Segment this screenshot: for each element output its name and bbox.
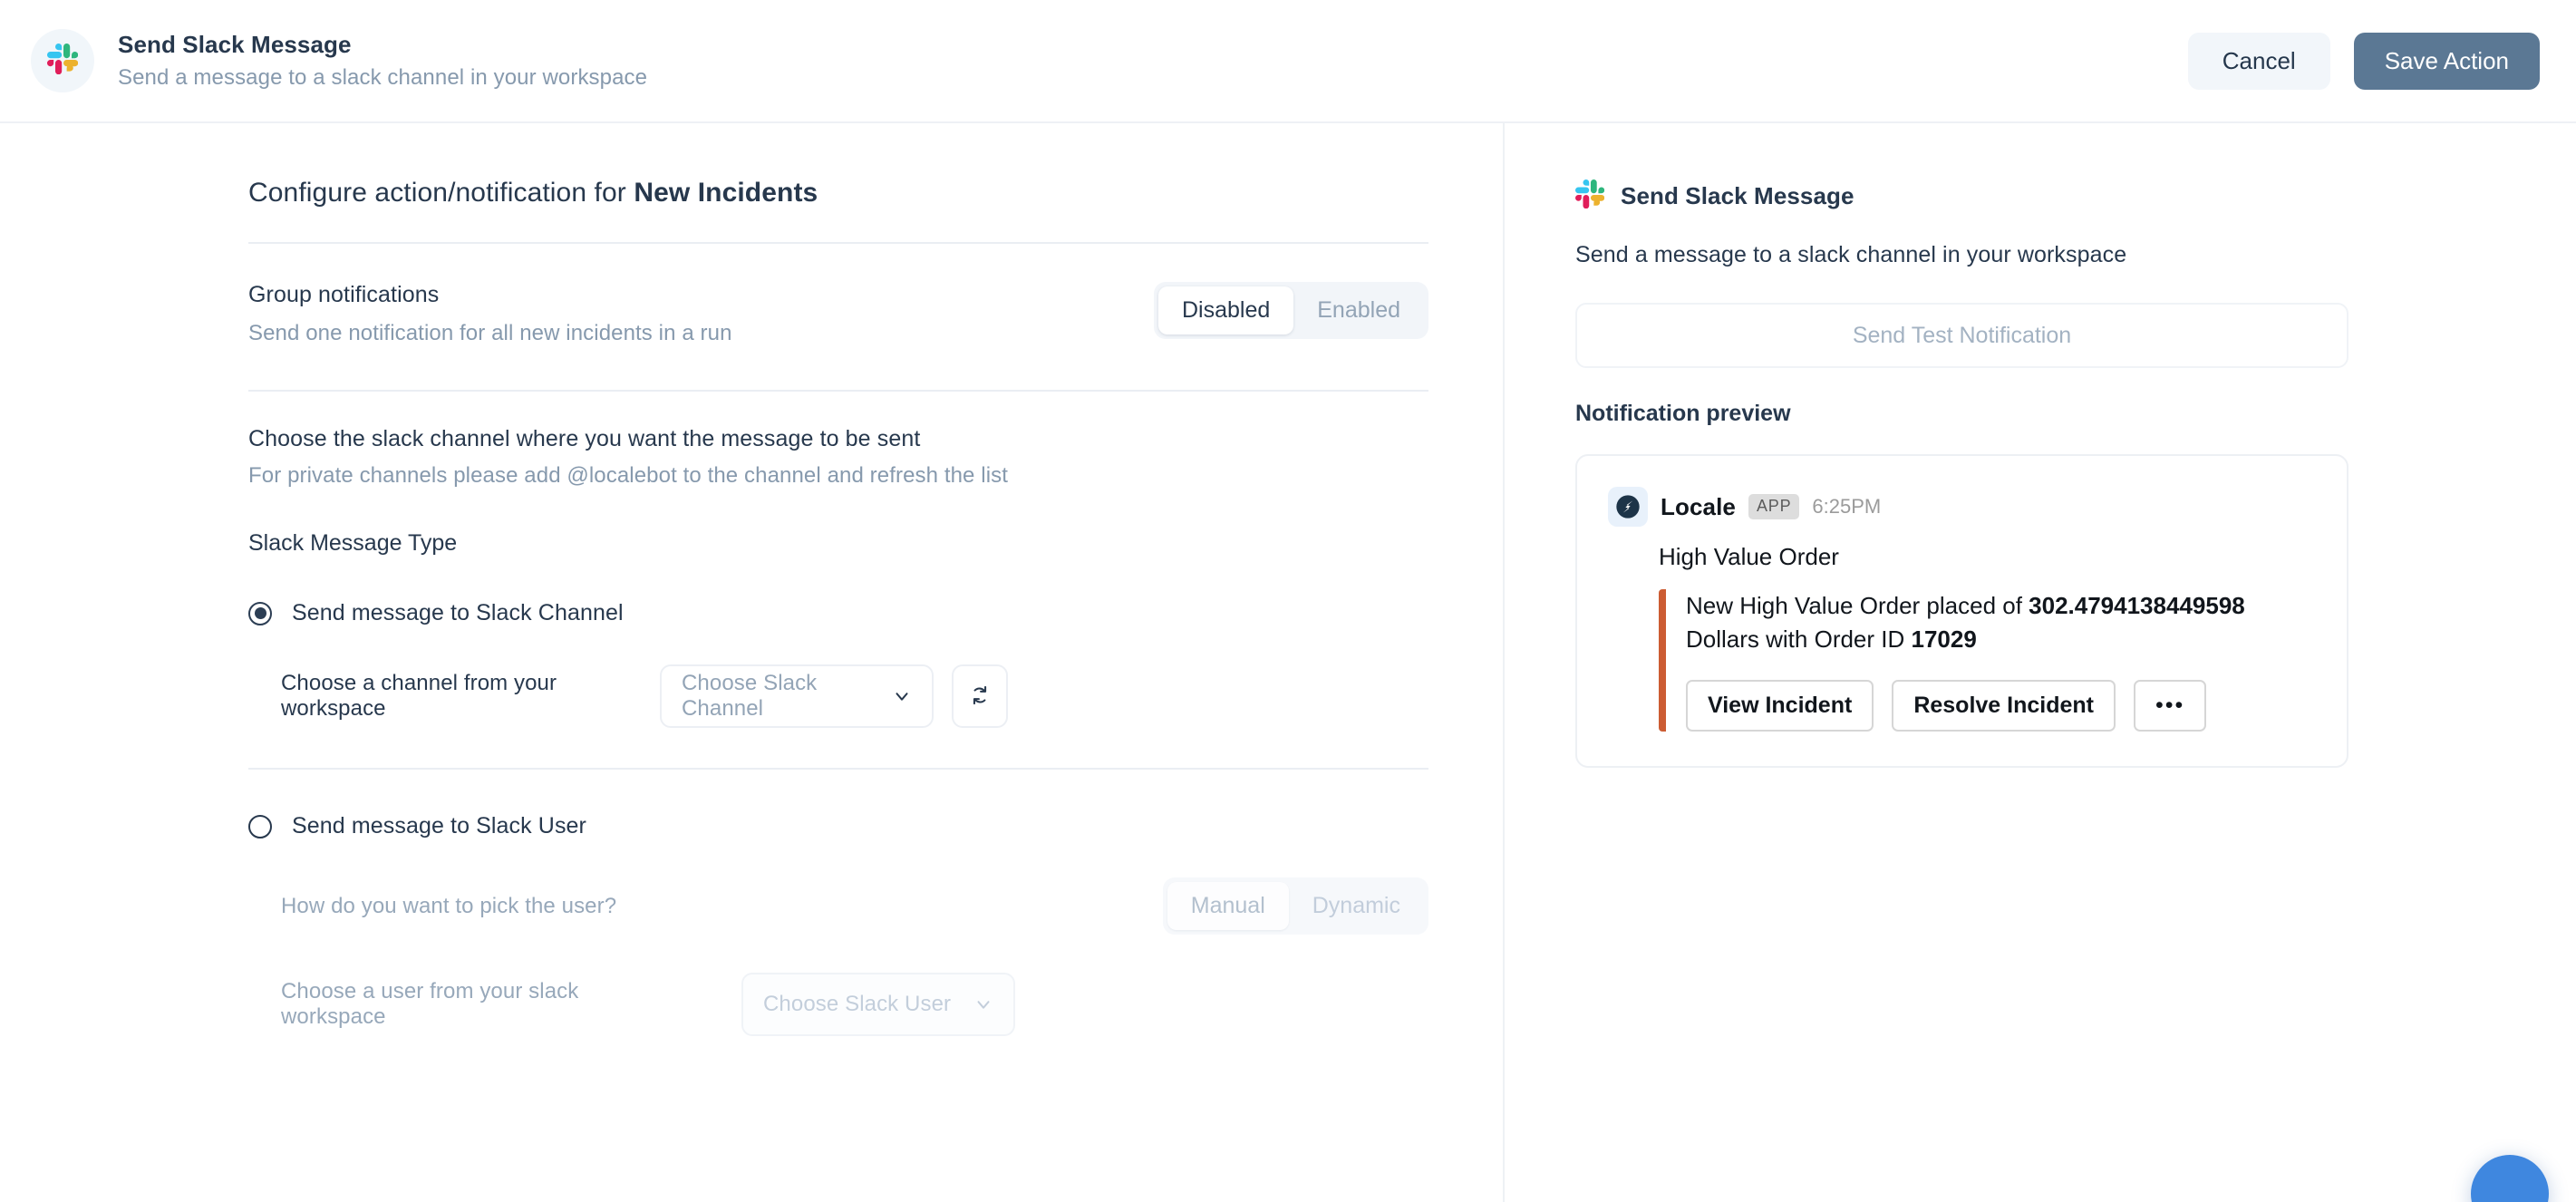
slack-app-badge <box>31 29 94 92</box>
preview-text-part-1: New High Value Order placed of <box>1686 592 2029 619</box>
preview-text-part-2: Dollars with Order ID <box>1686 625 1912 653</box>
user-pick-mode-toggle[interactable]: Manual Dynamic <box>1162 877 1428 935</box>
configure-heading-prefix: Configure action/notification for <box>248 178 634 208</box>
more-options-button[interactable]: ••• <box>2133 679 2207 732</box>
preview-order-id: 17029 <box>1911 625 1977 653</box>
cancel-button[interactable]: Cancel <box>2187 32 2330 90</box>
view-incident-button[interactable]: View Incident <box>1686 679 1874 732</box>
user-pick-mode-label: How do you want to pick the user? <box>281 893 617 918</box>
top-bar: Send Slack Message Send a message to a s… <box>0 0 2576 123</box>
preview-panel-subtitle: Send a message to a slack channel in you… <box>1575 242 2127 267</box>
locale-logo-icon <box>1608 487 1648 527</box>
send-test-notification-button[interactable]: Send Test Notification <box>1575 303 2348 368</box>
notification-preview-label: Notification preview <box>1575 401 1791 426</box>
slack-message-type-label: Slack Message Type <box>248 530 458 556</box>
radio-icon-unselected[interactable] <box>248 814 272 838</box>
preview-panel-header: Send Slack Message <box>1574 179 2411 213</box>
preview-panel-title: Send Slack Message <box>1621 182 1855 209</box>
top-bar-titles: Send Slack Message Send a message to a s… <box>118 31 647 91</box>
page-title: Send Slack Message <box>118 31 352 58</box>
radio-send-to-user-label: Send message to Slack User <box>292 813 586 838</box>
channel-select-label: Choose a channel from your workspace <box>281 671 557 721</box>
top-bar-actions: Cancel Save Action <box>2187 32 2540 90</box>
channel-select-row: Choose a channel from your workspace Cho… <box>248 664 1428 728</box>
preview-message-body: New High Value Order placed of 302.47941… <box>1659 589 2316 732</box>
radio-send-to-channel-label: Send message to Slack Channel <box>292 600 624 625</box>
group-notifications-row: Group notifications Send one notificatio… <box>248 244 1428 390</box>
slack-channel-select-value: Choose Slack Channel <box>682 671 818 721</box>
preview-action-buttons: View Incident Resolve Incident ••• <box>1686 679 2316 732</box>
pick-mode-manual[interactable]: Manual <box>1167 882 1289 930</box>
preview-app-tag: APP <box>1748 494 1800 519</box>
user-select-label: Choose a user from your slack workspace <box>281 979 579 1029</box>
slack-channel-select[interactable]: Choose Slack Channel <box>660 664 934 728</box>
slack-user-select-value: Choose Slack User <box>763 992 952 1016</box>
resolve-incident-button[interactable]: Resolve Incident <box>1892 679 2116 732</box>
group-notifications-subtitle: Send one notification for all new incide… <box>248 321 732 345</box>
radio-send-to-user[interactable]: Send message to Slack User <box>248 813 1428 839</box>
configure-heading-target: New Incidents <box>634 178 818 208</box>
preview-timestamp: 6:25PM <box>1812 495 1882 518</box>
radio-send-to-channel[interactable]: Send message to Slack Channel <box>248 600 1428 626</box>
refresh-icon <box>968 683 992 710</box>
save-action-button[interactable]: Save Action <box>2353 32 2540 90</box>
channel-instructions-title: Choose the slack channel where you want … <box>248 426 921 451</box>
page-subtitle: Send a message to a slack channel in you… <box>118 65 648 90</box>
user-select-row: Choose a user from your slack workspace … <box>248 973 1428 1036</box>
preview-panel: Send Slack Message Send a message to a s… <box>1505 123 2576 1202</box>
preview-message-header: Locale APP 6:25PM <box>1608 487 2316 527</box>
configure-heading: Configure action/notification for New In… <box>248 178 1428 242</box>
body: Configure action/notification for New In… <box>0 123 2576 1202</box>
pick-mode-dynamic[interactable]: Dynamic <box>1289 882 1424 930</box>
chevron-down-icon <box>892 686 912 706</box>
configuration-panel: Configure action/notification for New In… <box>0 123 1505 1202</box>
notification-preview-card: Locale APP 6:25PM High Value Order New H… <box>1575 454 2348 768</box>
slack-user-select[interactable]: Choose Slack User <box>741 973 1015 1036</box>
preview-message-text: New High Value Order placed of 302.47941… <box>1686 589 2311 656</box>
radio-icon-selected[interactable] <box>248 601 272 625</box>
channel-instructions: Choose the slack channel where you want … <box>248 392 1428 489</box>
preview-amount: 302.4794138449598 <box>2029 592 2245 619</box>
group-notifications-title: Group notifications <box>248 282 440 307</box>
channel-instructions-subtitle: For private channels please add @localeb… <box>248 463 1009 488</box>
toggle-option-disabled[interactable]: Disabled <box>1157 286 1294 334</box>
chevron-down-icon <box>973 994 993 1014</box>
preview-subject: High Value Order <box>1659 543 1839 570</box>
slack-icon <box>1574 179 1605 213</box>
refresh-channels-button[interactable] <box>952 664 1008 728</box>
divider <box>248 768 1428 770</box>
group-notifications-toggle[interactable]: Disabled Enabled <box>1153 282 1428 339</box>
toggle-option-enabled[interactable]: Enabled <box>1293 286 1424 334</box>
preview-app-name: Locale <box>1661 492 1736 520</box>
slack-icon <box>46 43 79 79</box>
group-notifications-text: Group notifications Send one notificatio… <box>248 282 732 346</box>
user-pick-mode-row: How do you want to pick the user? Manual… <box>248 877 1428 935</box>
